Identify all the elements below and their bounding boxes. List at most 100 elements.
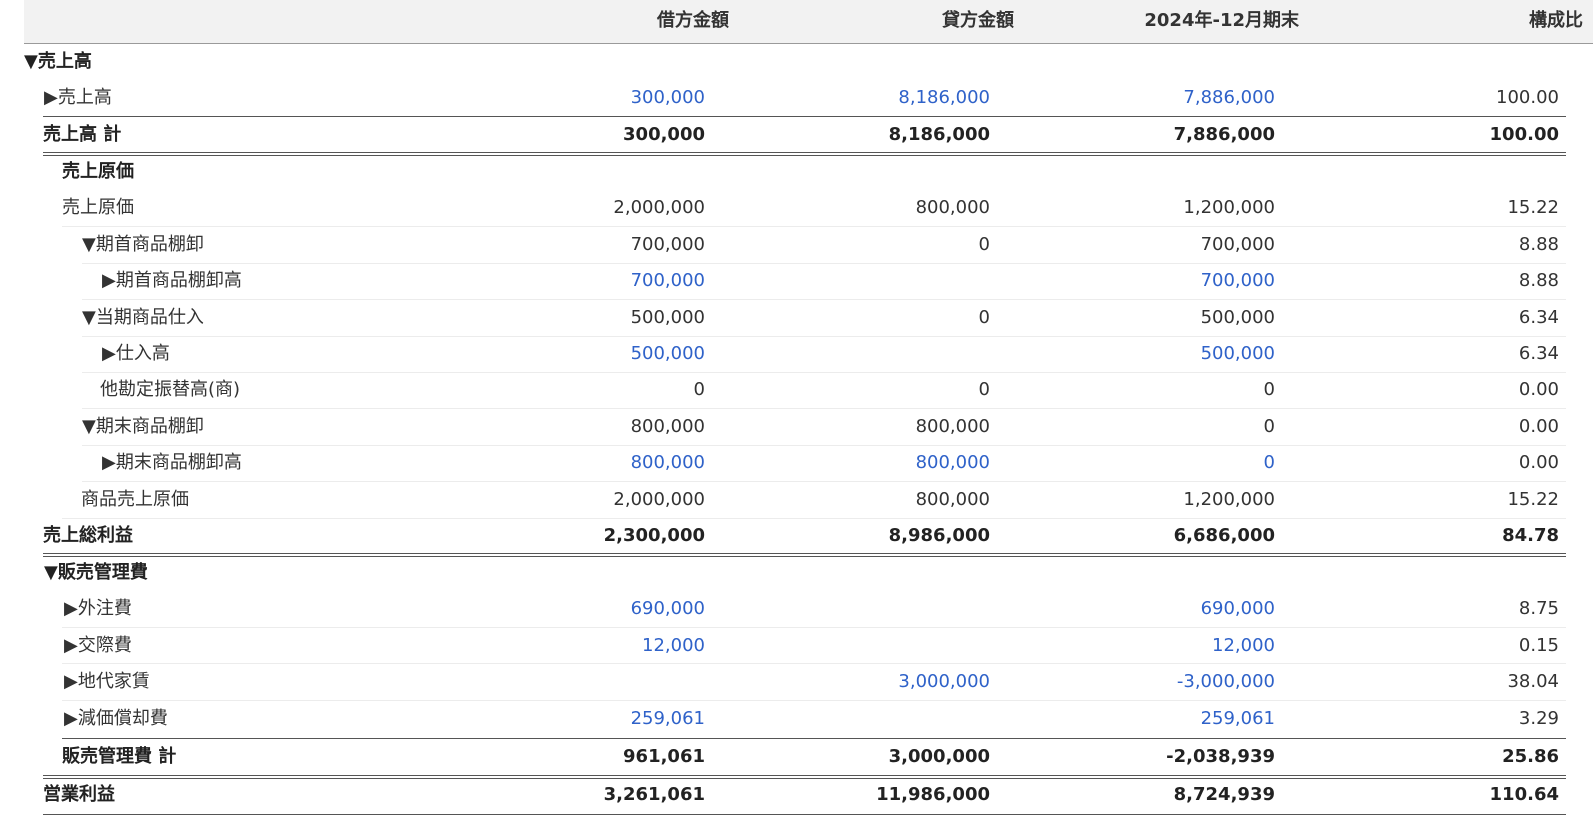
row-label[interactable]: ▶期末商品棚卸高	[102, 445, 242, 481]
cell-credit: 0	[978, 307, 990, 328]
row-divider	[43, 152, 1566, 156]
cell-balance: 1,200,000	[1183, 489, 1275, 510]
cell-balance[interactable]: 7,886,000	[1183, 80, 1275, 116]
row-divider	[62, 738, 1566, 739]
row-label[interactable]: ▼販売管理費	[44, 555, 148, 591]
row-label[interactable]: ▶地代家賃	[64, 664, 150, 700]
cell-debit: 0	[693, 379, 705, 400]
table-row: ▶減価償却費 259,061 259,061 3.29	[0, 701, 1593, 737]
row-label: 商品売上原価	[81, 489, 189, 510]
cell-ratio: 6.34	[1518, 307, 1559, 328]
cell-debit: 700,000	[630, 234, 705, 255]
row-label[interactable]: ▶減価償却費	[64, 701, 168, 737]
row-label[interactable]: ▼期首商品棚卸	[82, 227, 204, 263]
row-divider	[82, 481, 1566, 482]
cell-credit[interactable]: 800,000	[916, 445, 990, 481]
cell-balance[interactable]: 690,000	[1201, 591, 1275, 627]
cell-ratio: 8.88	[1518, 234, 1559, 255]
row-label[interactable]: ▶期首商品棚卸高	[102, 263, 242, 299]
cell-credit: 0	[978, 379, 990, 400]
table-row: ▶地代家賃 3,000,000 -3,000,000 38.04	[0, 664, 1593, 700]
cell-balance[interactable]: 500,000	[1201, 336, 1275, 372]
cell-debit: 300,000	[623, 124, 705, 145]
cell-balance: 8,724,939	[1173, 784, 1275, 805]
cell-balance[interactable]: -3,000,000	[1177, 664, 1275, 700]
cell-credit: 0	[978, 234, 990, 255]
cell-balance: 6,686,000	[1173, 525, 1275, 546]
row-divider	[82, 336, 1566, 337]
cell-credit: 3,000,000	[888, 746, 990, 767]
row-label: 他勘定振替高(商)	[100, 379, 241, 400]
table-row: ▶外注費 690,000 690,000 8.75	[0, 591, 1593, 627]
row-divider	[82, 408, 1566, 409]
cell-ratio: 15.22	[1507, 489, 1559, 510]
cell-debit: 500,000	[630, 307, 705, 328]
row-divider	[43, 775, 1566, 779]
profit-loss-report: 借方金額 貸方金額 2024年-12月期末 構成比 ▼売上高 ▶売上高 300,00…	[0, 0, 1593, 834]
row-divider	[62, 226, 1566, 227]
cell-credit: 8,186,000	[888, 124, 990, 145]
cell-debit[interactable]: 500,000	[631, 336, 705, 372]
header-credit[interactable]: 貸方金額	[942, 0, 1014, 44]
row-divider	[43, 116, 1566, 117]
cell-balance: 1,200,000	[1183, 197, 1275, 218]
cell-balance[interactable]: 12,000	[1212, 628, 1275, 664]
cell-debit[interactable]: 12,000	[642, 628, 705, 664]
row-label[interactable]: ▼当期商品仕入	[82, 300, 204, 336]
cell-debit: 961,061	[623, 746, 705, 767]
cell-ratio: 84.78	[1502, 525, 1559, 546]
cell-debit[interactable]: 259,061	[631, 701, 705, 737]
row-divider	[82, 263, 1566, 264]
table-row: 商品売上原価 2,000,000 800,000 1,200,000 15.22	[0, 482, 1593, 518]
cell-credit[interactable]: 3,000,000	[898, 664, 990, 700]
cell-debit[interactable]: 300,000	[631, 80, 705, 116]
row-divider	[43, 814, 1566, 815]
row-label: 売上原価	[62, 161, 134, 182]
cell-debit: 2,000,000	[613, 489, 705, 510]
cell-balance[interactable]: 700,000	[1201, 263, 1275, 299]
cell-ratio: 25.86	[1502, 746, 1559, 767]
row-divider	[82, 372, 1566, 373]
cell-ratio: 8.75	[1518, 598, 1559, 619]
header-balance[interactable]: 2024年-12月期末	[1144, 0, 1299, 44]
cell-credit: 11,986,000	[876, 784, 990, 805]
cell-debit: 2,300,000	[603, 525, 705, 546]
row-divider	[62, 700, 1566, 701]
row-label[interactable]: ▶交際費	[64, 628, 132, 664]
table-row: 売上高 計 300,000 8,186,000 7,886,000 100.00	[0, 117, 1593, 153]
row-label[interactable]: ▼期末商品棚卸	[82, 409, 204, 445]
cell-debit[interactable]: 800,000	[631, 445, 705, 481]
table-row: ▼売上高	[0, 44, 1593, 80]
table-row: 販売管理費 計 961,061 3,000,000 -2,038,939 25.86	[0, 739, 1593, 775]
row-label: 営業利益	[43, 784, 115, 805]
table-row: 売上原価	[0, 154, 1593, 190]
cell-debit[interactable]: 690,000	[631, 591, 705, 627]
cell-ratio: 100.00	[1489, 124, 1559, 145]
cell-balance: 0	[1263, 416, 1275, 437]
table-row: ▼販売管理費	[0, 555, 1593, 591]
cell-debit: 800,000	[630, 416, 705, 437]
header-debit[interactable]: 借方金額	[657, 0, 729, 44]
cell-ratio: 3.29	[1518, 708, 1559, 729]
row-divider	[62, 518, 1566, 519]
cell-balance[interactable]: 259,061	[1201, 701, 1275, 737]
cell-ratio: 38.04	[1507, 671, 1559, 692]
cell-balance: 700,000	[1200, 234, 1275, 255]
row-label: 売上原価	[62, 197, 134, 218]
table-row: ▶売上高 300,000 8,186,000 7,886,000 100.00	[0, 80, 1593, 116]
row-label[interactable]: ▶仕入高	[102, 336, 170, 372]
row-label[interactable]: ▼売上高	[24, 44, 92, 80]
cell-ratio: 0.00	[1518, 452, 1559, 473]
table-row: ▶期末商品棚卸高 800,000 800,000 0 0.00	[0, 445, 1593, 481]
row-label[interactable]: ▶売上高	[44, 80, 112, 116]
header-ratio[interactable]: 構成比	[1529, 0, 1583, 44]
cell-credit[interactable]: 8,186,000	[898, 80, 990, 116]
cell-debit: 3,261,061	[603, 784, 705, 805]
table-row: 他勘定振替高(商) 0 0 0 0.00	[0, 372, 1593, 408]
cell-debit[interactable]: 700,000	[631, 263, 705, 299]
row-label[interactable]: ▶外注費	[64, 591, 132, 627]
row-label: 売上総利益	[43, 525, 133, 546]
cell-ratio: 100.00	[1496, 87, 1559, 108]
table-row: 営業利益 3,261,061 11,986,000 8,724,939 110.64	[0, 777, 1593, 813]
cell-balance[interactable]: 0	[1264, 445, 1275, 481]
